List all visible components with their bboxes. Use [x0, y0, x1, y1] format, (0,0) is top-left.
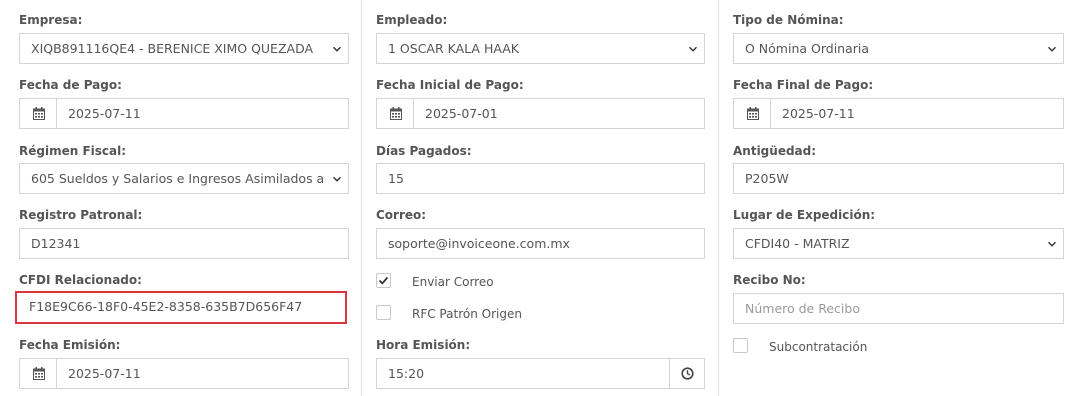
- registro-patronal-input[interactable]: D12341: [19, 228, 349, 259]
- fecha-inicial-value: 2025-07-01: [425, 106, 498, 121]
- fecha-emision-calendar-button[interactable]: [20, 359, 57, 388]
- cfdi-relacionado-input[interactable]: F18E9C66-18F0-45E2-8358-635B7D656F47: [15, 291, 347, 324]
- fecha-emision-label: Fecha Emisión:: [19, 338, 121, 352]
- lugar-expedicion-label: Lugar de Expedición:: [733, 208, 876, 222]
- cfdi-relacionado-label: CFDI Relacionado:: [19, 273, 142, 287]
- antiguedad-value: P205W: [745, 171, 789, 186]
- regimen-fiscal-value: 605 Sueldos y Salarios e Ingresos Asimil…: [31, 171, 326, 186]
- empresa-value: XIQB891116QE4 - BERENICE XIMO QUEZADA: [31, 41, 314, 56]
- fecha-pago-input[interactable]: 2025-07-11: [19, 98, 349, 129]
- fecha-final-calendar-button[interactable]: [734, 99, 771, 128]
- subcontratacion-checkbox[interactable]: [733, 338, 748, 353]
- fecha-final-input[interactable]: 2025-07-11: [733, 98, 1064, 129]
- chevron-down-icon: [333, 46, 341, 52]
- chevron-down-icon: [689, 46, 697, 52]
- clock-icon: [681, 367, 694, 380]
- column-left: Empresa: XIQB891116QE4 - BERENICE XIMO Q…: [0, 0, 362, 396]
- empleado-label: Empleado:: [376, 13, 448, 27]
- dias-pagados-value: 15: [388, 171, 404, 186]
- cfdi-relacionado-value: F18E9C66-18F0-45E2-8358-635B7D656F47: [29, 299, 303, 314]
- column-middle: Empleado: 1 OSCAR KALA HAAK Fecha Inicia…: [362, 0, 719, 396]
- hora-emision-clock-button[interactable]: [669, 359, 704, 388]
- hora-emision-value: 15:20: [388, 366, 425, 381]
- registro-patronal-value: D12341: [31, 236, 81, 251]
- fecha-emision-input[interactable]: 2025-07-11: [19, 358, 349, 389]
- dias-pagados-input[interactable]: 15: [376, 163, 705, 194]
- recibo-no-label: Recibo No:: [733, 273, 806, 287]
- dias-pagados-label: Días Pagados:: [376, 144, 472, 158]
- column-right: Tipo de Nómina: O Nómina Ordinaria Fecha…: [719, 0, 1076, 396]
- hora-emision-input[interactable]: 15:20: [376, 358, 705, 389]
- fecha-final-label: Fecha Final de Pago:: [733, 78, 874, 92]
- fecha-inicial-label: Fecha Inicial de Pago:: [376, 78, 524, 92]
- fecha-pago-value: 2025-07-11: [68, 106, 141, 121]
- enviar-correo-checkbox[interactable]: [376, 273, 391, 288]
- regimen-fiscal-select[interactable]: 605 Sueldos y Salarios e Ingresos Asimil…: [19, 163, 349, 194]
- calendar-icon: [33, 107, 45, 120]
- correo-input[interactable]: soporte@invoiceone.com.mx: [376, 228, 705, 259]
- calendar-icon: [390, 107, 402, 120]
- chevron-down-icon: [1048, 241, 1056, 247]
- empresa-select[interactable]: XIQB891116QE4 - BERENICE XIMO QUEZADA: [19, 33, 349, 64]
- subcontratacion-label: Subcontratación: [769, 340, 868, 354]
- hora-emision-label: Hora Emisión:: [376, 338, 471, 352]
- lugar-expedicion-value: CFDI40 - MATRIZ: [745, 236, 850, 251]
- rfc-patron-origen-checkbox[interactable]: [376, 305, 391, 320]
- enviar-correo-label: Enviar Correo: [412, 275, 494, 289]
- antiguedad-input[interactable]: P205W: [733, 163, 1064, 194]
- tipo-nomina-select[interactable]: O Nómina Ordinaria: [733, 33, 1064, 64]
- empleado-value: 1 OSCAR KALA HAAK: [388, 41, 519, 56]
- fecha-inicial-calendar-button[interactable]: [377, 99, 414, 128]
- antiguedad-label: Antigüedad:: [733, 144, 817, 158]
- correo-label: Correo:: [376, 208, 427, 222]
- correo-value: soporte@invoiceone.com.mx: [388, 236, 570, 251]
- tipo-nomina-label: Tipo de Nómina:: [733, 13, 844, 27]
- check-icon: [378, 276, 389, 285]
- calendar-icon: [33, 367, 45, 380]
- empleado-select[interactable]: 1 OSCAR KALA HAAK: [376, 33, 705, 64]
- fecha-pago-calendar-button[interactable]: [20, 99, 57, 128]
- fecha-final-value: 2025-07-11: [782, 106, 855, 121]
- fecha-inicial-input[interactable]: 2025-07-01: [376, 98, 705, 129]
- chevron-down-icon: [333, 176, 341, 182]
- rfc-patron-origen-label: RFC Patrón Origen: [412, 307, 522, 321]
- lugar-expedicion-select[interactable]: CFDI40 - MATRIZ: [733, 228, 1064, 259]
- registro-patronal-label: Registro Patronal:: [19, 208, 143, 222]
- recibo-no-placeholder: Número de Recibo: [745, 301, 860, 316]
- regimen-fiscal-label: Régimen Fiscal:: [19, 144, 127, 158]
- chevron-down-icon: [1048, 46, 1056, 52]
- tipo-nomina-value: O Nómina Ordinaria: [745, 41, 870, 56]
- fecha-emision-value: 2025-07-11: [68, 366, 141, 381]
- fecha-pago-label: Fecha de Pago:: [19, 78, 122, 92]
- calendar-icon: [747, 107, 759, 120]
- empresa-label: Empresa:: [19, 13, 83, 27]
- recibo-no-input[interactable]: Número de Recibo: [733, 293, 1064, 324]
